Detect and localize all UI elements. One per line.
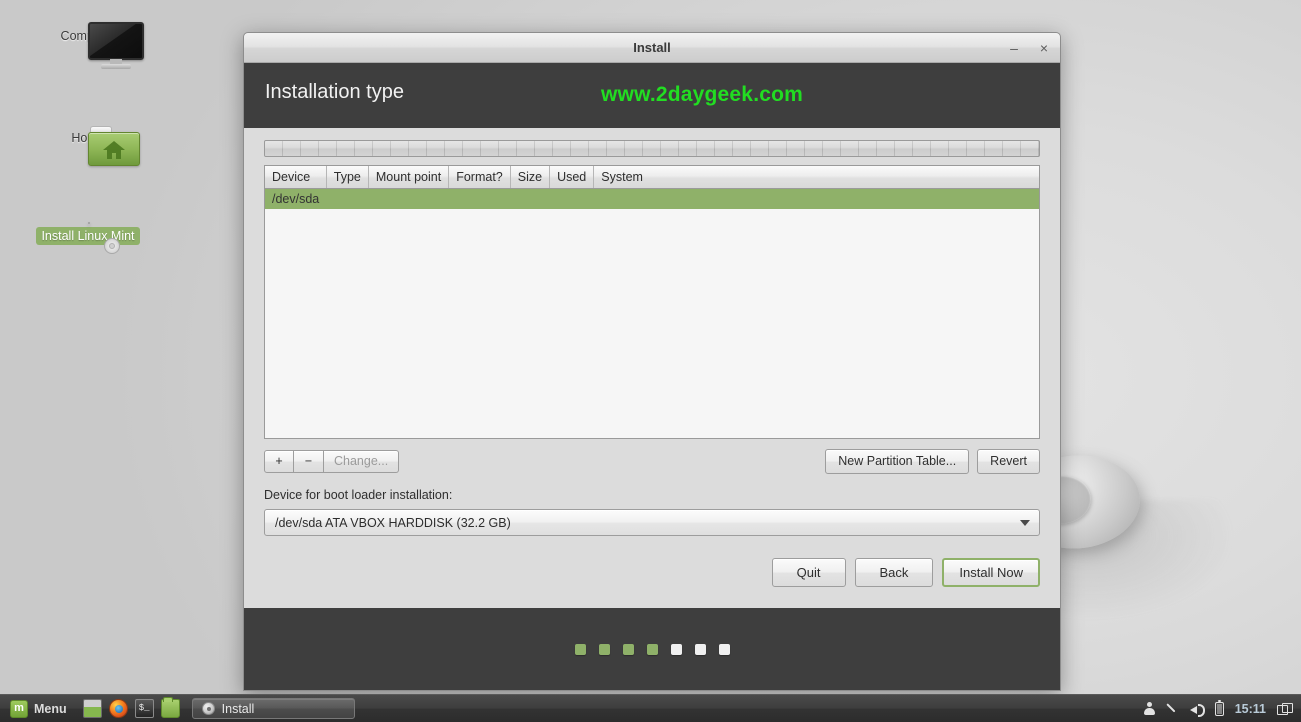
install-now-button[interactable]: Install Now [942, 558, 1040, 587]
column-header-device[interactable]: Device [265, 166, 327, 189]
chevron-down-icon [1020, 519, 1030, 526]
menu-button-label: Menu [34, 701, 67, 716]
column-header-mount-point[interactable]: Mount point [368, 166, 450, 189]
partition-edit-group: + − Change... [264, 449, 400, 473]
mint-logo-icon: m [10, 699, 28, 718]
battery-icon[interactable] [1214, 699, 1224, 716]
install-window[interactable]: Install – × Installation type www.2dayge… [243, 32, 1061, 691]
wizard-actions: Quit Back Install Now [264, 558, 1040, 587]
desktop-icon-home[interactable]: Home [30, 124, 146, 166]
close-icon[interactable]: × [1036, 40, 1052, 56]
change-partition-button[interactable]: Change... [324, 449, 400, 473]
page-title: Installation type [265, 81, 404, 103]
column-header-type[interactable]: Type [326, 166, 369, 189]
boot-loader-device-select[interactable]: /dev/sda ATA VBOX HARDDISK (32.2 GB) [264, 509, 1040, 536]
clock[interactable]: 15:11 [1235, 702, 1266, 716]
boot-loader-label: Device for boot loader installation: [264, 488, 453, 502]
user-icon[interactable] [1143, 702, 1155, 715]
progress-dot [694, 644, 706, 655]
column-header-system[interactable]: System [593, 166, 1039, 189]
wizard-progress-dots [244, 608, 1060, 690]
desktop-icon-label: Install Linux Mint [36, 227, 140, 245]
partition-table-actions: New Partition Table... Revert [825, 448, 1040, 474]
partition-usage-bar[interactable] [264, 140, 1040, 157]
progress-dot [622, 644, 634, 655]
volume-icon[interactable] [1189, 702, 1205, 717]
desktop[interactable]: Computer Home Install Linux Mint [0, 0, 1301, 722]
table-row[interactable]: /dev/sda [265, 188, 1039, 209]
partition-table-container[interactable]: Device Type Mount point Format? Size Use… [264, 165, 1040, 439]
cell-type [326, 188, 369, 209]
window-titlebar[interactable]: Install – × [244, 33, 1060, 63]
system-tray: 15:11 [1143, 699, 1295, 717]
minimize-icon[interactable]: – [1006, 40, 1022, 56]
progress-dot [718, 644, 730, 655]
quit-button[interactable]: Quit [771, 558, 846, 587]
taskbar-window-label: Install [221, 701, 255, 716]
window-controls: – × [1006, 33, 1052, 62]
firefox-icon[interactable] [108, 699, 128, 718]
disc-icon [201, 702, 215, 715]
column-header-format[interactable]: Format? [448, 166, 511, 189]
terminal-icon[interactable]: $_ [134, 699, 154, 718]
boot-loader-selected-value: /dev/sda ATA VBOX HARDDISK (32.2 GB) [275, 515, 511, 530]
workspace-switcher-icon[interactable] [1277, 702, 1293, 715]
cell-mount-point [368, 188, 449, 209]
progress-dot [598, 644, 610, 655]
watermark-text: www.2daygeek.com [601, 83, 804, 106]
remove-partition-button[interactable]: − [294, 449, 324, 473]
cell-format [448, 188, 511, 209]
pen-icon[interactable] [1166, 702, 1179, 715]
progress-dot [646, 644, 658, 655]
progress-dot [670, 644, 682, 655]
taskbar[interactable]: m Menu $_ Install 15:11 [0, 694, 1301, 722]
back-button[interactable]: Back [854, 558, 934, 587]
desktop-icon-install-linux-mint[interactable]: Install Linux Mint [30, 222, 146, 254]
column-header-size[interactable]: Size [510, 166, 551, 189]
revert-button[interactable]: Revert [977, 448, 1040, 474]
installer-content: Device Type Mount point Format? Size Use… [244, 128, 1060, 608]
table-header-row: Device Type Mount point Format? Size Use… [265, 166, 1039, 189]
partition-toolbar: + − Change... New Partition Table... Rev… [264, 448, 1040, 474]
progress-dot [574, 644, 586, 655]
taskbar-window-button-install[interactable]: Install [191, 698, 355, 719]
show-desktop-icon[interactable] [82, 699, 102, 718]
cell-used [549, 188, 594, 209]
menu-button[interactable]: m Menu [6, 699, 71, 718]
window-title: Install [633, 40, 671, 55]
installer-banner: Installation type www.2daygeek.com [244, 63, 1060, 128]
cell-system [593, 188, 1039, 209]
column-header-used[interactable]: Used [549, 166, 595, 189]
cell-size [510, 188, 550, 209]
add-partition-button[interactable]: + [264, 449, 294, 473]
taskbar-launchers: $_ [82, 697, 180, 718]
partition-table: Device Type Mount point Format? Size Use… [265, 166, 1039, 209]
files-icon[interactable] [160, 697, 180, 718]
cell-device: /dev/sda [265, 188, 327, 209]
new-partition-table-button[interactable]: New Partition Table... [825, 448, 970, 474]
desktop-icon-computer[interactable]: Computer [30, 22, 146, 69]
